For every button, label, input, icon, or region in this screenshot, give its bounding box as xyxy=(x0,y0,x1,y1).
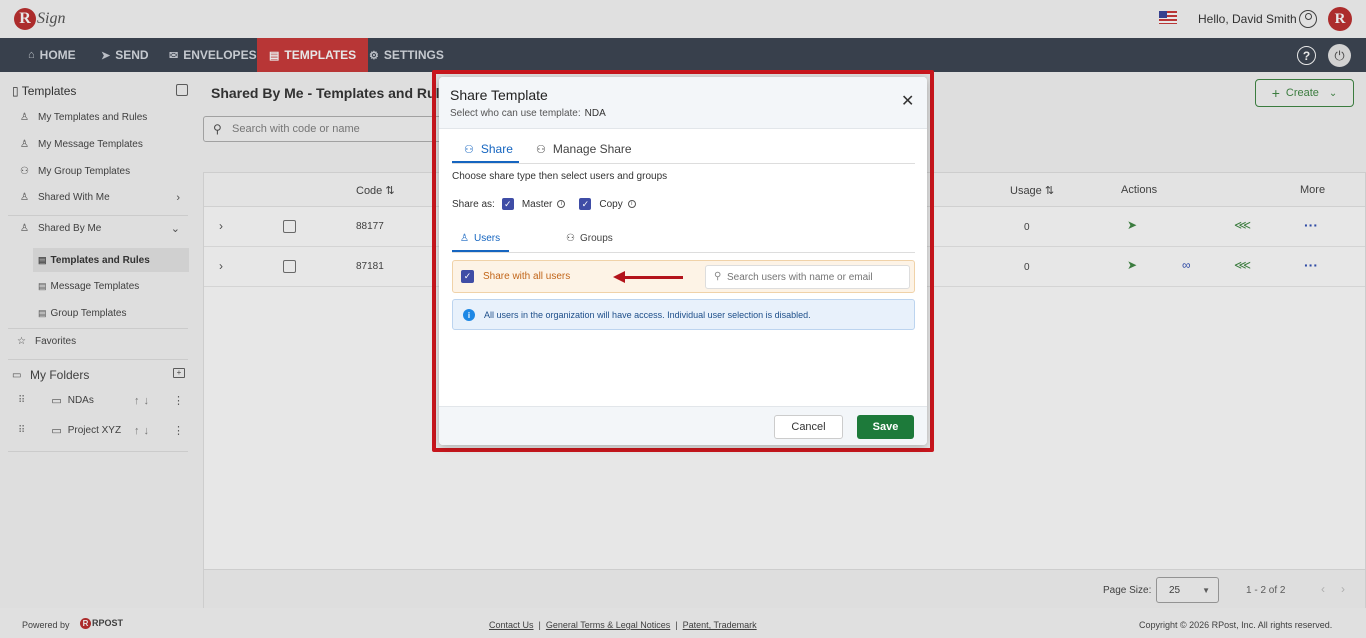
info-icon[interactable]: i xyxy=(557,200,566,208)
annotation-arrow xyxy=(613,271,683,283)
subtab-groups[interactable]: ⚇ Groups xyxy=(566,233,613,244)
tab-share-label: Share xyxy=(480,142,513,156)
user-search[interactable]: ⚲ xyxy=(705,265,910,289)
share-as-row: Share as: ✓ Master i ✓ Copy i xyxy=(452,198,650,210)
share-template-dialog: Share Template Select who can use templa… xyxy=(439,77,927,445)
share-all-row: ✓ Share with all users ⚲ xyxy=(452,260,915,293)
cancel-button[interactable]: Cancel xyxy=(774,415,843,439)
dialog-header: Share Template Select who can use templa… xyxy=(439,77,927,129)
subtab-groups-label: Groups xyxy=(579,233,613,244)
info-icon: i xyxy=(463,309,475,321)
search-icon: ⚲ xyxy=(714,271,722,282)
users-icon: ⚇ xyxy=(536,143,546,156)
users-icon: ⚇ xyxy=(464,143,474,156)
instruction-text: Choose share type then select users and … xyxy=(452,171,668,182)
dialog-tabs: ⚇ Share ⚇ Manage Share xyxy=(452,137,915,164)
template-name: NDA xyxy=(584,108,606,119)
group-icon: ⚇ xyxy=(566,233,575,244)
active-subtab-indicator xyxy=(452,250,509,252)
share-as-label: Share as: xyxy=(452,198,495,210)
subtab-users[interactable]: ♙ Users xyxy=(460,233,500,244)
tab-share[interactable]: ⚇ Share xyxy=(464,142,513,156)
save-button[interactable]: Save xyxy=(857,415,914,439)
dialog-subtitle-text: Select who can use template: xyxy=(450,108,581,119)
dialog-title: Share Template xyxy=(450,87,548,103)
tab-manage-share[interactable]: ⚇ Manage Share xyxy=(536,142,632,156)
copy-checkbox[interactable]: ✓ xyxy=(579,198,592,210)
share-all-checkbox[interactable]: ✓ xyxy=(461,270,474,283)
share-all-label[interactable]: Share with all users xyxy=(483,271,570,282)
close-icon[interactable]: ✕ xyxy=(901,94,914,110)
active-tab-indicator xyxy=(452,161,519,163)
info-icon[interactable]: i xyxy=(627,200,636,208)
copy-label: Copy xyxy=(599,198,623,210)
dialog-subtitle: Select who can use template: NDA xyxy=(450,108,606,119)
info-note: i All users in the organization will hav… xyxy=(452,299,915,330)
share-subtabs: ♙ Users ⚇ Groups xyxy=(452,227,915,253)
subtab-users-label: Users xyxy=(473,233,501,244)
user-search-input[interactable] xyxy=(727,270,905,284)
master-checkbox[interactable]: ✓ xyxy=(501,198,514,210)
master-label: Master xyxy=(521,198,553,210)
info-note-text: All users in the organization will have … xyxy=(484,310,811,320)
arrow-line xyxy=(623,276,683,279)
user-icon: ♙ xyxy=(460,233,469,244)
tab-manage-share-label: Manage Share xyxy=(552,142,632,156)
dialog-footer: Cancel Save xyxy=(439,406,927,445)
